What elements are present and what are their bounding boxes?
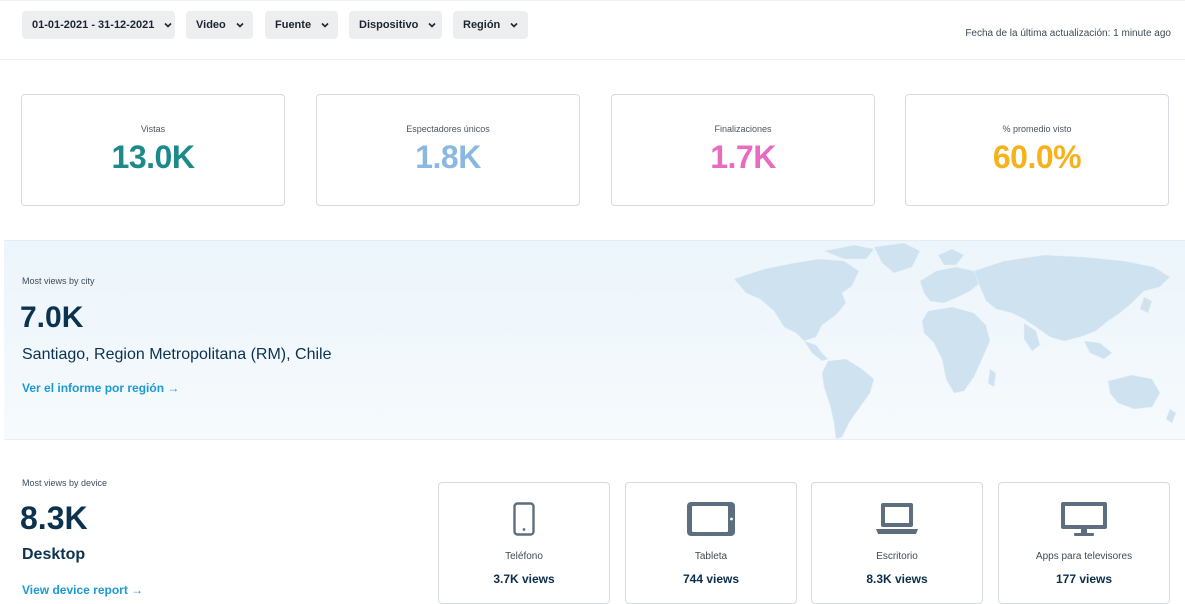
views-by-city-panel: Most views by city 7.0K Santiago, Region… — [4, 240, 1185, 440]
top-city-views: 7.0K — [20, 301, 84, 334]
source-filter[interactable]: Fuente — [265, 11, 338, 39]
section-eyebrow: Most views by device — [22, 478, 108, 488]
kpi-label: Vistas — [140, 124, 166, 134]
device-card-name: Escritorio — [876, 551, 918, 562]
chevron-down-icon — [510, 22, 518, 28]
section-eyebrow: Most views by city — [22, 276, 95, 286]
kpi-card-views: Vistas 13.0K — [21, 94, 285, 206]
kpi-label: % promedio visto — [1002, 124, 1072, 134]
device-card-tablet: Tableta 744 views — [625, 482, 797, 604]
tablet-icon — [687, 502, 735, 536]
top-city-name: Santiago, Region Metropolitana (RM), Chi… — [22, 346, 332, 363]
region-filter-label: Región — [463, 19, 501, 31]
video-filter-label: Video — [196, 19, 226, 31]
device-card-tv-apps: Apps para televisores 177 views — [998, 482, 1170, 604]
device-card-views: 3.7K views — [493, 572, 555, 586]
date-range-filter[interactable]: 01-01-2021 - 31-12-2021 — [22, 11, 175, 39]
device-card-views: 177 views — [1055, 572, 1113, 586]
phone-icon — [513, 502, 535, 536]
device-report-link[interactable]: View device report → — [22, 583, 143, 597]
date-range-label: 01-01-2021 - 31-12-2021 — [32, 19, 155, 31]
last-updated-text: Fecha de la última actualización: 1 minu… — [965, 28, 1171, 39]
top-device-name: Desktop — [22, 546, 86, 563]
filter-bar: 01-01-2021 - 31-12-2021 Video Fuente Dis… — [0, 0, 1185, 60]
kpi-value: 13.0K — [111, 139, 195, 175]
tv-icon — [1061, 502, 1107, 536]
kpi-label: Espectadores únicos — [406, 124, 490, 134]
chevron-down-icon — [236, 22, 244, 28]
chevron-down-icon — [321, 22, 329, 28]
kpi-value: 1.8K — [415, 139, 481, 175]
kpi-card-avg-watched: % promedio visto 60.0% — [905, 94, 1169, 206]
region-report-link[interactable]: Ver el informe por región → — [22, 381, 179, 395]
device-card-desktop: Escritorio 8.3K views — [811, 482, 983, 604]
world-map — [733, 242, 1177, 439]
kpi-label: Finalizaciones — [714, 124, 772, 134]
top-device-views: 8.3K — [20, 500, 88, 536]
kpi-value: 60.0% — [992, 139, 1082, 175]
device-card-views: 744 views — [682, 572, 740, 586]
chevron-down-icon — [164, 22, 172, 28]
video-filter[interactable]: Video — [186, 11, 253, 39]
device-card-name: Tableta — [694, 551, 728, 562]
device-card-views: 8.3K views — [866, 572, 928, 586]
device-card-name: Teléfono — [505, 551, 543, 562]
device-card-name: Apps para televisores — [1035, 551, 1133, 562]
region-filter[interactable]: Región — [453, 11, 528, 39]
device-filter[interactable]: Dispositivo — [349, 11, 442, 39]
laptop-icon — [876, 503, 918, 534]
device-filter-label: Dispositivo — [359, 19, 419, 31]
kpi-value: 1.7K — [710, 139, 776, 175]
chevron-down-icon — [428, 22, 436, 28]
device-card-phone: Teléfono 3.7K views — [438, 482, 610, 604]
source-filter-label: Fuente — [275, 19, 312, 31]
kpi-card-completions: Finalizaciones 1.7K — [611, 94, 875, 206]
kpi-card-unique-viewers: Espectadores únicos 1.8K — [316, 94, 580, 206]
